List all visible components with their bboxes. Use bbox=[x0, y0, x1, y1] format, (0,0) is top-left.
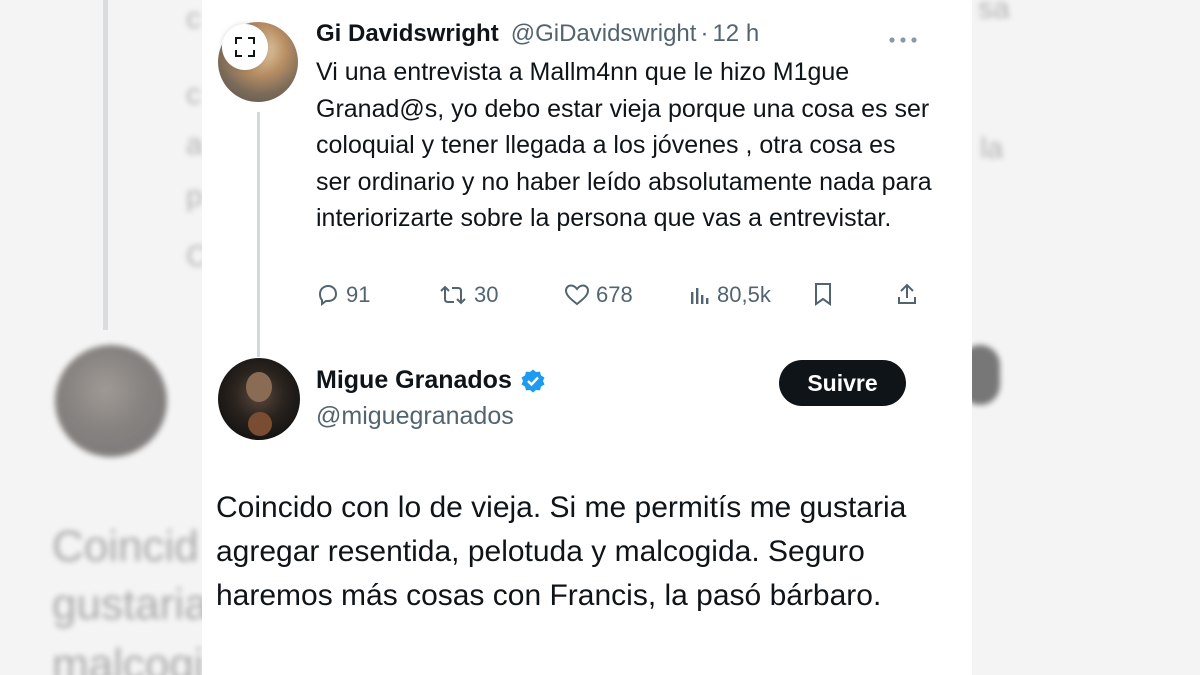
like-icon bbox=[564, 284, 590, 306]
more-button[interactable] bbox=[888, 20, 918, 51]
author-name[interactable]: Migue Granados bbox=[316, 366, 512, 395]
bookmark-button[interactable] bbox=[813, 282, 839, 306]
like-button[interactable]: 678 bbox=[564, 282, 633, 308]
reply-count: 91 bbox=[346, 282, 371, 307]
background-fragment: c bbox=[186, 2, 201, 35]
avatar[interactable] bbox=[218, 358, 300, 440]
avatar-ball bbox=[248, 412, 272, 436]
avatar-face bbox=[246, 372, 272, 402]
expand-button[interactable] bbox=[222, 24, 268, 70]
tweet-header: Gi Davidswright @GiDavidswright · 12 h bbox=[316, 20, 759, 48]
background-avatar bbox=[55, 345, 167, 457]
thread-line bbox=[257, 112, 260, 357]
background-text-line: gustaria bbox=[52, 580, 209, 629]
follow-button[interactable]: Suivre bbox=[779, 360, 906, 406]
background-fragment: c bbox=[186, 78, 201, 111]
retweet-button[interactable]: 30 bbox=[438, 282, 498, 308]
author-name[interactable]: Gi Davidswright bbox=[316, 20, 499, 48]
tweet-text: Coincido con lo de vieja. Si me permitís… bbox=[216, 491, 907, 612]
timestamp[interactable]: 12 h bbox=[712, 20, 759, 48]
share-button[interactable] bbox=[896, 282, 924, 306]
bookmark-icon bbox=[815, 283, 831, 306]
author-handle[interactable]: @miguegranados bbox=[316, 402, 514, 431]
more-icon bbox=[889, 37, 917, 43]
views-icon bbox=[691, 288, 709, 304]
share-icon bbox=[898, 283, 916, 304]
background-fragment: p bbox=[186, 180, 203, 213]
verified-badge-icon bbox=[521, 369, 545, 392]
separator: · bbox=[700, 20, 709, 47]
reply-icon bbox=[318, 284, 338, 306]
like-count: 678 bbox=[596, 282, 633, 307]
tweet-actions: 91 30 678 80,5k bbox=[316, 282, 926, 318]
tweet-text: Vi una entrevista a Mallm4nn que le hizo… bbox=[316, 58, 932, 232]
background-fragment: la bbox=[980, 132, 1004, 165]
reply-author-row: Migue Granados bbox=[316, 366, 546, 395]
author-handle[interactable]: @GiDavidswright bbox=[511, 20, 697, 48]
views-button[interactable]: 80,5k bbox=[689, 282, 771, 308]
background-fragment: a bbox=[186, 128, 203, 161]
views-count: 80,5k bbox=[717, 282, 771, 307]
background-text-line: malcogi bbox=[52, 640, 204, 675]
background-fragment: sa bbox=[978, 0, 1010, 25]
background-thread-line bbox=[103, 0, 108, 330]
background-text-line: Coincid bbox=[52, 522, 199, 571]
tweet-thread-card: Gi Davidswright @GiDavidswright · 12 h V… bbox=[202, 0, 972, 675]
reply-button[interactable]: 91 bbox=[316, 282, 370, 308]
expand-icon bbox=[235, 37, 255, 57]
retweet-icon bbox=[440, 285, 466, 305]
retweet-count: 30 bbox=[474, 282, 499, 307]
